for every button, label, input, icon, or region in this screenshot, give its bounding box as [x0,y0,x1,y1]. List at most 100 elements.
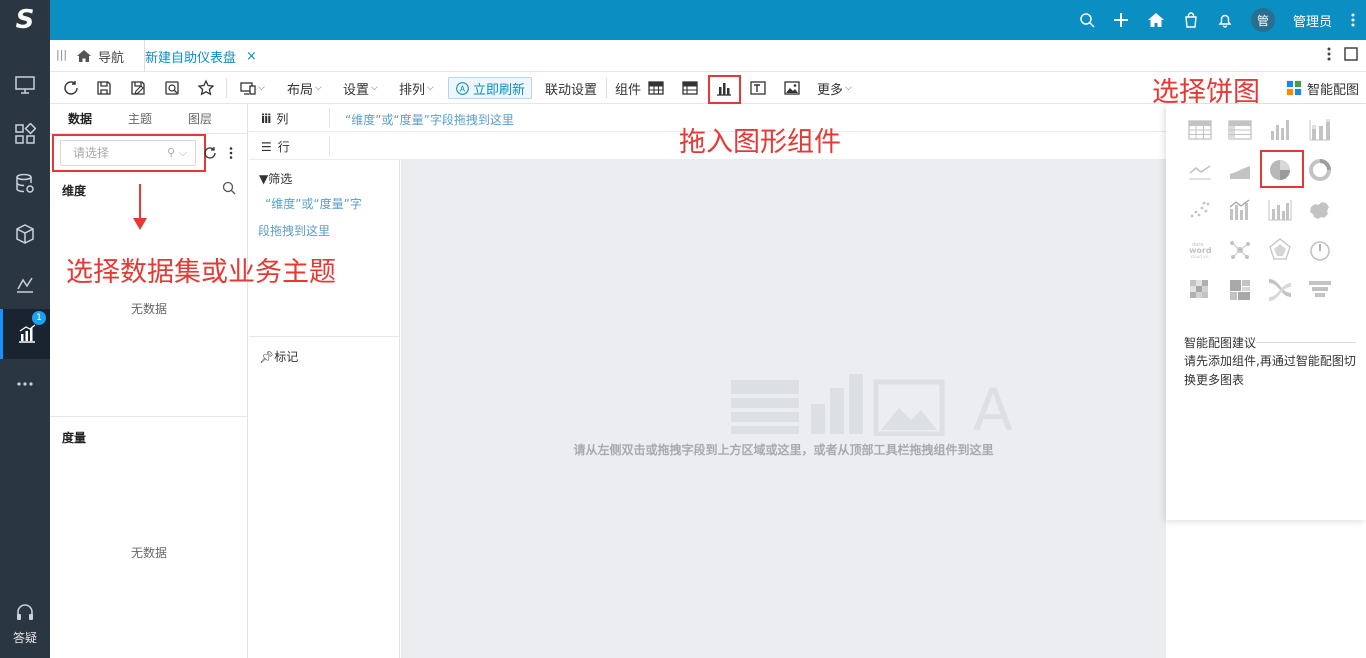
crosstab-chart-icon [1228,120,1252,140]
dashboard-canvas[interactable]: A 请从左侧双击或拖拽字段到上方区域或这里，或者从顶部工具栏拖拽组件到这里 [401,160,1166,658]
refresh-icon-button[interactable] [62,72,80,104]
dual-axis-chart-icon [1268,200,1292,221]
app-logo[interactable]: S [0,0,50,40]
network-graph-icon [1230,241,1250,259]
columns-icon: iii [261,112,271,126]
suggestion-title: 智能配图建议 [1184,336,1257,350]
smart-chart-button[interactable]: 智能配图 [1286,72,1359,104]
treemap-icon [1230,280,1250,300]
plus-icon[interactable] [1113,12,1129,28]
help-entry[interactable]: 答疑 [0,602,50,646]
chart-type-table[interactable] [1185,115,1215,145]
save-icon [97,81,111,95]
annotation-down-arrow [133,184,147,230]
rail-item-dashboard[interactable]: 1 [0,309,50,359]
chart-type-donut[interactable] [1305,155,1335,185]
grip-icon[interactable]: ||| [56,48,67,61]
filter-icon: ▼ [259,172,269,186]
chart-type-stacked[interactable] [1305,115,1335,145]
text-component[interactable] [749,72,767,104]
rail-item-monitor[interactable] [0,60,50,110]
settings-menu[interactable]: 设置 ⌵ [343,72,378,104]
svg-text:cloud vis: cloud vis [1191,254,1209,259]
dimension-title: 维度 [62,184,87,198]
smart-chart-icon [1286,80,1302,96]
donut-chart-icon [1309,159,1331,181]
bag-icon[interactable] [1183,12,1199,28]
chart-type-gauge[interactable] [1305,235,1335,265]
linkage-settings[interactable]: 联动设置 [545,72,597,104]
database-icon [16,173,34,193]
chart-type-heatmap[interactable] [1185,275,1215,305]
layout-menu[interactable]: 布局 ⌵ [287,72,322,104]
image-icon [784,81,800,95]
tab-nav[interactable]: 导航 [76,40,124,72]
notification-badge: 1 [32,311,46,325]
search-icon[interactable] [222,181,236,195]
tab-close-icon[interactable]: × [246,49,257,64]
mark-header[interactable]: 📌︎标记 [259,348,298,365]
device-dropdown[interactable]: ⌵ [239,72,265,104]
kebab-menu-icon[interactable] [1326,46,1332,62]
chart-type-sankey[interactable] [1265,275,1295,305]
funnel-chart-icon [1309,281,1331,297]
data-panel: 数据 主题 图层 请选择 ⚲ ⌵ 维度 无数据 度量 无数据 [50,104,248,658]
refresh-icon[interactable] [202,145,218,161]
save-button[interactable] [95,72,113,104]
chart-type-area[interactable] [1225,155,1255,185]
home-icon[interactable] [1147,12,1165,28]
stacked-chart-icon [1309,119,1330,141]
search-icon[interactable] [1079,12,1095,28]
tab-new-dashboard[interactable]: 新建自助仪表盘 × [144,40,257,72]
auto-refresh-icon: A [456,81,469,95]
filter-header: ▼筛选 [259,170,292,187]
user-name[interactable]: 管理员 [1293,11,1332,30]
avatar[interactable]: 管 [1250,8,1275,32]
rail-item-database[interactable] [0,159,50,209]
arrange-menu[interactable]: 排列 ⌵ [399,72,434,104]
table-chart-icon [1188,120,1212,140]
chart-type-radar[interactable] [1265,235,1295,265]
crosstab-component[interactable] [681,72,699,104]
rail-item-more[interactable] [0,359,50,409]
tab-theme[interactable]: 主题 [110,104,170,133]
save-as-button[interactable] [129,72,147,104]
chart-type-funnel[interactable] [1305,275,1335,305]
chart-type-column[interactable] [1265,115,1295,145]
map-chart-icon [1310,202,1329,219]
more-menu[interactable]: 更多 ⌵ [817,72,852,104]
mark-label: 标记 [274,350,299,364]
annotation-select-dataset: 选择数据集或业务主题 [66,257,336,288]
image-component[interactable] [783,72,801,104]
maximize-icon[interactable] [1344,47,1358,61]
tab-layers[interactable]: 图层 [170,104,230,133]
bell-icon[interactable] [1217,12,1233,28]
rail-item-analysis[interactable] [0,259,50,309]
chart-type-crosstab[interactable] [1225,115,1255,145]
preview-button[interactable] [163,72,181,104]
chart-type-network[interactable] [1225,235,1255,265]
chart-type-dual-axis[interactable] [1265,195,1295,225]
table-component[interactable] [647,72,665,104]
chart-type-wordcloud[interactable]: data word cloud vis [1185,235,1215,265]
rail-item-apps[interactable] [0,109,50,159]
radar-chart-icon [1269,238,1291,260]
favorite-button[interactable] [197,72,215,104]
cube-icon [16,224,34,244]
settings-label: 设置 [343,82,370,98]
refresh-now-button[interactable]: A 立即刷新 [448,77,533,99]
chevron-down-icon: ⌵ [315,83,322,93]
chart-type-treemap[interactable] [1225,275,1255,305]
chevron-down-icon: ⌵ [371,83,378,93]
chart-type-combo[interactable] [1225,195,1255,225]
kebab-menu-icon[interactable] [1350,12,1356,28]
chart-type-map[interactable] [1305,195,1335,225]
rail-item-cube[interactable] [0,209,50,259]
filter-hint-1: “维度”或“度量”字 [265,197,362,211]
shelf-separator [329,136,330,156]
kebab-menu-icon[interactable] [228,146,234,160]
chart-type-line[interactable] [1185,155,1215,185]
chart-type-scatter[interactable] [1185,195,1215,225]
combo-chart-icon [1229,199,1250,220]
tab-data[interactable]: 数据 [50,104,110,133]
